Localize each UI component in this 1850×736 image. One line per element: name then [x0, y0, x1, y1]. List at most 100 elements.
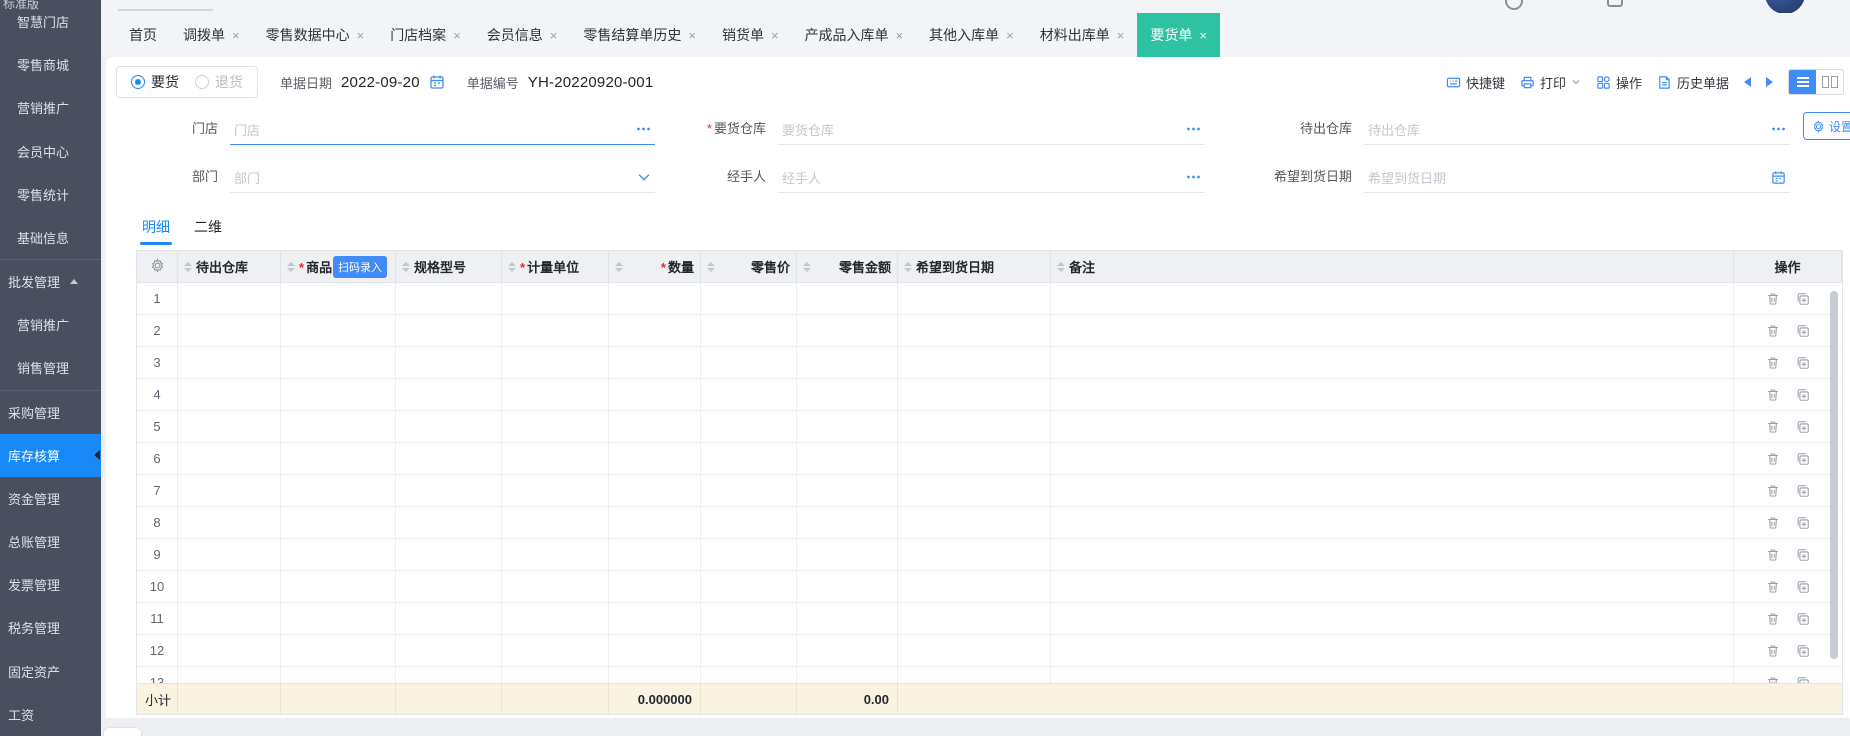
sort-arrows-icon[interactable] [287, 261, 295, 272]
settings-button[interactable]: 设置 [1803, 112, 1850, 140]
more-options-icon[interactable] [1186, 126, 1201, 132]
field-input-门店[interactable]: 门店 [230, 114, 655, 145]
close-icon[interactable]: × [1006, 29, 1014, 42]
cell[interactable] [396, 379, 502, 410]
cell[interactable] [281, 603, 396, 634]
more-options-icon[interactable] [636, 126, 651, 132]
cell[interactable] [178, 283, 281, 314]
sidebar-item-基础信息[interactable]: 基础信息 [0, 216, 101, 261]
column-header-零售金额[interactable]: 零售金额 [797, 251, 898, 282]
card-view-toggle[interactable] [1816, 70, 1843, 94]
cell[interactable] [502, 379, 609, 410]
cell[interactable] [797, 635, 898, 666]
cell[interactable] [396, 347, 502, 378]
tab-零售结算单历史[interactable]: 零售结算单历史 × [570, 13, 709, 57]
cell[interactable] [396, 539, 502, 570]
sidebar-item-营销推广[interactable]: 营销推广 [0, 86, 101, 129]
history-button[interactable]: 历史单据 [1657, 73, 1729, 92]
cell[interactable] [898, 283, 1051, 314]
close-icon[interactable]: × [453, 29, 461, 42]
cell[interactable] [502, 539, 609, 570]
column-header-希望到货日期[interactable]: 希望到货日期 [898, 251, 1051, 282]
cell[interactable] [502, 603, 609, 634]
cell[interactable] [609, 411, 701, 442]
cell[interactable] [1051, 411, 1734, 442]
cell[interactable] [609, 667, 701, 683]
cell[interactable] [396, 283, 502, 314]
cell[interactable] [178, 475, 281, 506]
sidebar-item-库存核算[interactable]: 库存核算 [0, 433, 101, 477]
cell[interactable] [797, 475, 898, 506]
cell[interactable] [1051, 635, 1734, 666]
cell[interactable] [797, 315, 898, 346]
detail-tab-明细[interactable]: 明细 [140, 217, 172, 245]
cell[interactable] [898, 539, 1051, 570]
close-icon[interactable]: × [896, 29, 904, 42]
cell[interactable] [609, 507, 701, 538]
cell[interactable] [898, 475, 1051, 506]
cell[interactable] [1051, 347, 1734, 378]
cell[interactable] [396, 667, 502, 683]
sort-arrows-icon[interactable] [1057, 261, 1065, 272]
sidebar-item-发票管理[interactable]: 发票管理 [0, 563, 101, 606]
cell[interactable] [178, 571, 281, 602]
column-header-待出仓库[interactable]: 待出仓库 [178, 251, 281, 282]
cell[interactable] [1051, 539, 1734, 570]
sidebar-item-营销推广[interactable]: 营销推广 [0, 303, 101, 346]
radio-要货[interactable]: 要货 [131, 72, 179, 92]
sidebar-item-资金管理[interactable]: 资金管理 [0, 477, 101, 520]
cell[interactable] [701, 507, 797, 538]
sort-arrows-icon[interactable] [402, 261, 410, 272]
cell[interactable] [797, 571, 898, 602]
cell[interactable] [1051, 379, 1734, 410]
cell[interactable] [502, 411, 609, 442]
tab-材料出库单[interactable]: 材料出库单 × [1027, 13, 1138, 57]
column-header-数量[interactable]: * 数量 [609, 251, 701, 282]
cell[interactable] [502, 315, 609, 346]
close-icon[interactable]: × [357, 29, 365, 42]
cell[interactable] [609, 571, 701, 602]
cell[interactable] [281, 347, 396, 378]
cell[interactable] [502, 347, 609, 378]
cell[interactable] [898, 443, 1051, 474]
field-input-经手人[interactable]: 经手人 [778, 162, 1205, 193]
tab-其他入库单[interactable]: 其他入库单 × [916, 13, 1027, 57]
cell[interactable] [701, 571, 797, 602]
cell[interactable] [178, 443, 281, 474]
cell[interactable] [701, 603, 797, 634]
cell[interactable] [701, 443, 797, 474]
cell[interactable] [396, 475, 502, 506]
sort-arrows-icon[interactable] [904, 261, 912, 272]
calendar-icon[interactable] [429, 74, 445, 90]
cell[interactable] [898, 667, 1051, 683]
cell[interactable] [178, 667, 281, 683]
sidebar-item-零售统计[interactable]: 零售统计 [0, 173, 101, 216]
cell[interactable] [898, 635, 1051, 666]
tab-门店档案[interactable]: 门店档案 × [377, 13, 474, 57]
cell[interactable] [502, 443, 609, 474]
cell[interactable] [1051, 667, 1734, 683]
cell[interactable] [797, 379, 898, 410]
cell[interactable] [281, 667, 396, 683]
cell[interactable] [701, 411, 797, 442]
tab-首页[interactable]: 首页 [116, 13, 170, 57]
cell[interactable] [281, 539, 396, 570]
radio-退货[interactable]: 退货 [195, 72, 243, 92]
cell[interactable] [178, 347, 281, 378]
sidebar-item-固定资产[interactable]: 固定资产 [0, 650, 101, 693]
cell[interactable] [701, 347, 797, 378]
sort-arrows-icon[interactable] [803, 261, 811, 272]
cell[interactable] [281, 283, 396, 314]
cell[interactable] [609, 635, 701, 666]
column-header-商品[interactable]: * 商品 扫码录入 [281, 251, 396, 282]
close-icon[interactable]: × [550, 29, 558, 42]
detail-tab-二维[interactable]: 二维 [194, 217, 222, 245]
cell[interactable] [396, 507, 502, 538]
scan-entry-badge[interactable]: 扫码录入 [333, 256, 387, 278]
cell[interactable] [178, 507, 281, 538]
cell[interactable] [178, 379, 281, 410]
cell[interactable] [609, 475, 701, 506]
cell[interactable] [502, 507, 609, 538]
avatar[interactable] [1765, 0, 1805, 13]
cell[interactable] [502, 635, 609, 666]
